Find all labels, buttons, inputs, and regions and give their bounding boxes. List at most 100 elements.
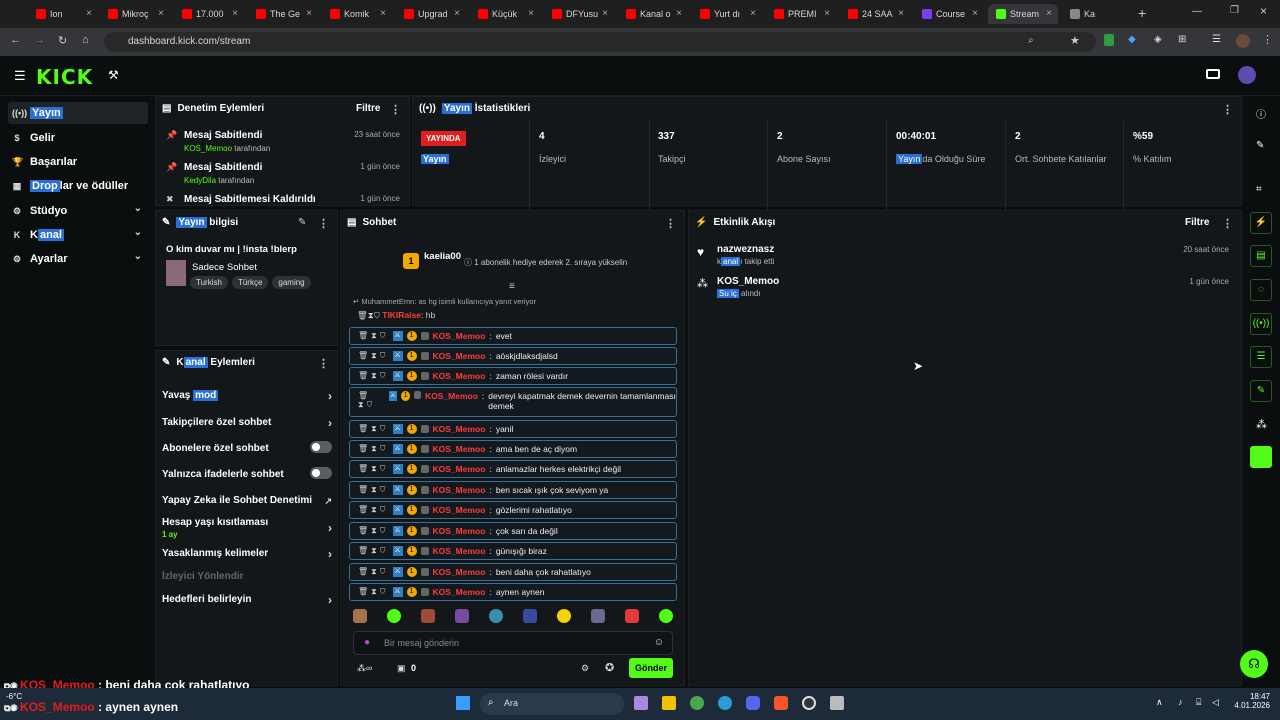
- slow-mode-action[interactable]: Yavaş mod ›: [162, 389, 332, 403]
- mod-action-icons[interactable]: 🗑⧗⛉: [358, 587, 389, 597]
- close-icon[interactable]: ×: [824, 8, 830, 19]
- account-age-action[interactable]: Hesap yaşı kısıtlaması 1 ay ›: [162, 517, 332, 539]
- hamburger-icon[interactable]: ☰: [14, 68, 26, 84]
- more-icon[interactable]: ⋮: [665, 217, 676, 230]
- window-close-button[interactable]: ×: [1260, 4, 1267, 18]
- hammer-icon[interactable]: ⚒: [108, 68, 119, 82]
- chat-username[interactable]: KOS_Memoo: [433, 587, 486, 597]
- more-icon[interactable]: ⋮: [318, 217, 329, 230]
- emote-icon[interactable]: [387, 609, 401, 623]
- badge-icon[interactable]: ✪: [605, 661, 614, 674]
- quick-action-broadcast-icon[interactable]: ((•)): [1250, 313, 1272, 335]
- close-icon[interactable]: ×: [602, 8, 608, 19]
- send-button[interactable]: Gönder: [629, 658, 673, 678]
- chat-username[interactable]: KOS_Memoo: [433, 424, 486, 434]
- pen-icon[interactable]: ✎: [1256, 140, 1264, 151]
- sidebar-item-studyo[interactable]: ⚙ Stüdyo ⌄: [8, 200, 148, 222]
- tray-chevron-icon[interactable]: ∧: [1156, 697, 1163, 708]
- chat-username[interactable]: KOS_Memoo: [433, 567, 486, 577]
- tv-icon[interactable]: [1206, 69, 1220, 79]
- sidebar-icon[interactable]: ☰: [1212, 34, 1221, 45]
- extension-shield-icon[interactable]: [1104, 34, 1114, 46]
- tag[interactable]: gaming: [272, 276, 311, 289]
- browser-tab[interactable]: Yurt dı ×: [692, 4, 762, 24]
- kick-logo[interactable]: KICK: [36, 65, 93, 89]
- mod-action-icons[interactable]: 🗑⧗⛉: [358, 567, 389, 577]
- windows-start-icon[interactable]: [456, 696, 470, 710]
- mod-action-icons[interactable]: 🗑⧗⛉: [357, 310, 380, 320]
- close-icon[interactable]: ×: [1046, 8, 1052, 19]
- close-icon[interactable]: ×: [676, 8, 682, 19]
- more-icon[interactable]: ⋮: [1222, 103, 1233, 116]
- support-headset-icon[interactable]: ☊: [1240, 650, 1268, 678]
- file-explorer-icon[interactable]: [662, 696, 676, 710]
- quick-action-wrench-icon[interactable]: ✎: [1250, 380, 1272, 402]
- mod-action-icons[interactable]: 🗑⧗⛉: [358, 371, 389, 381]
- extension-icon[interactable]: ◆: [1128, 34, 1136, 45]
- network-icon[interactable]: ⌸: [1196, 697, 1201, 708]
- quick-action-chat-icon[interactable]: ◌: [1250, 279, 1272, 301]
- mod-action-icons[interactable]: 🗑⧗⛉: [358, 331, 389, 341]
- emote-icon[interactable]: [591, 609, 605, 623]
- extension-icon[interactable]: ◈: [1154, 34, 1162, 45]
- info-icon[interactable]: ⓘ: [1256, 106, 1266, 121]
- forward-icon[interactable]: →: [34, 34, 45, 46]
- user-avatar[interactable]: [1238, 66, 1256, 84]
- chat-username[interactable]: KOS_Memoo: [433, 351, 486, 361]
- filter-button[interactable]: Filtre: [1185, 217, 1209, 228]
- menu-icon[interactable]: ⋮: [1262, 33, 1273, 46]
- browser-tab[interactable]: Mikroç ×: [100, 4, 170, 24]
- mod-action-icons[interactable]: 🗑⧗⛉: [358, 546, 389, 556]
- mod-action-icons[interactable]: 🗑⧗⛉: [358, 391, 385, 410]
- mod-action-icons[interactable]: 🗑⧗⛉: [358, 424, 389, 434]
- clock[interactable]: 18:47 4.01.2026: [1224, 692, 1270, 710]
- close-icon[interactable]: ×: [972, 8, 978, 19]
- emote-icon[interactable]: [489, 609, 503, 623]
- more-icon[interactable]: ⋮: [1222, 217, 1233, 230]
- discord-icon[interactable]: [746, 696, 760, 710]
- chat-settings-icon[interactable]: ⚙: [581, 663, 589, 674]
- mod-action-icons[interactable]: 🗑⧗⛉: [358, 505, 389, 515]
- maximize-button[interactable]: ❐: [1230, 5, 1239, 16]
- close-icon[interactable]: ×: [306, 8, 312, 19]
- sidebar-item-kanal[interactable]: K Kanal ⌄: [8, 224, 148, 246]
- mod-action-icons[interactable]: 🗑⧗⛉: [358, 444, 389, 454]
- close-icon[interactable]: ×: [232, 8, 238, 19]
- emote-icon[interactable]: [455, 609, 469, 623]
- mod-action-icons[interactable]: 🗑⧗⛉: [358, 526, 389, 536]
- mod-action-icons[interactable]: 🗑⧗⛉: [358, 351, 389, 361]
- puzzle-icon[interactable]: ⊞: [1178, 34, 1186, 45]
- emote-icon[interactable]: [353, 609, 367, 623]
- mod-action-icons[interactable]: 🗑⧗⛉: [358, 485, 389, 495]
- chat-username[interactable]: KOS_Memoo: [433, 546, 486, 556]
- browser-tab[interactable]: Kanal o ×: [618, 4, 688, 24]
- browser-tab-active[interactable]: Stream ×: [988, 4, 1058, 24]
- url-field[interactable]: dashboard.kick.com/stream: [104, 32, 1096, 52]
- close-icon[interactable]: ×: [158, 8, 164, 19]
- banned-words-action[interactable]: Yasaklanmış kelimeler ›: [162, 547, 332, 561]
- close-icon[interactable]: ×: [898, 8, 904, 19]
- bookmark-star-icon[interactable]: ★: [1070, 34, 1080, 47]
- browser-tab[interactable]: The Ge ×: [248, 4, 318, 24]
- chat-username[interactable]: KOS_Memoo: [433, 331, 486, 341]
- follower-only-action[interactable]: Takipçilere özel sohbet ›: [162, 416, 332, 430]
- emoji-icon[interactable]: ☺: [654, 637, 664, 648]
- quick-action-stack-icon[interactable]: ☰: [1250, 346, 1272, 368]
- emote-icon[interactable]: [557, 609, 571, 623]
- tag[interactable]: Turkish: [190, 276, 228, 289]
- task-view-icon[interactable]: [634, 696, 648, 710]
- browser-tab[interactable]: Ion ×: [28, 4, 98, 24]
- sidebar-item-yayin[interactable]: ((•)) Yayın: [8, 102, 148, 124]
- quick-action-note-icon[interactable]: ▤: [1250, 245, 1272, 267]
- new-tab-button[interactable]: +: [1138, 5, 1146, 21]
- sidebar-item-drops[interactable]: ▦ Drop lar ve ödüller: [8, 175, 148, 197]
- reward-icon[interactable]: ⁂: [1256, 418, 1267, 431]
- chat-username[interactable]: KOS_Memoo: [433, 371, 486, 381]
- sidebar-item-ayarlar[interactable]: ⚙ Ayarlar ⌄: [8, 248, 148, 270]
- close-icon[interactable]: ×: [380, 8, 386, 19]
- edit-icon[interactable]: ✎: [298, 217, 306, 228]
- ai-moderation-action[interactable]: Yapay Zeka ile Sohbet Denetimi ↗: [162, 495, 332, 506]
- close-icon[interactable]: ×: [86, 8, 92, 19]
- emote-icon[interactable]: [659, 609, 673, 623]
- browser-tab[interactable]: PREMI ×: [766, 4, 836, 24]
